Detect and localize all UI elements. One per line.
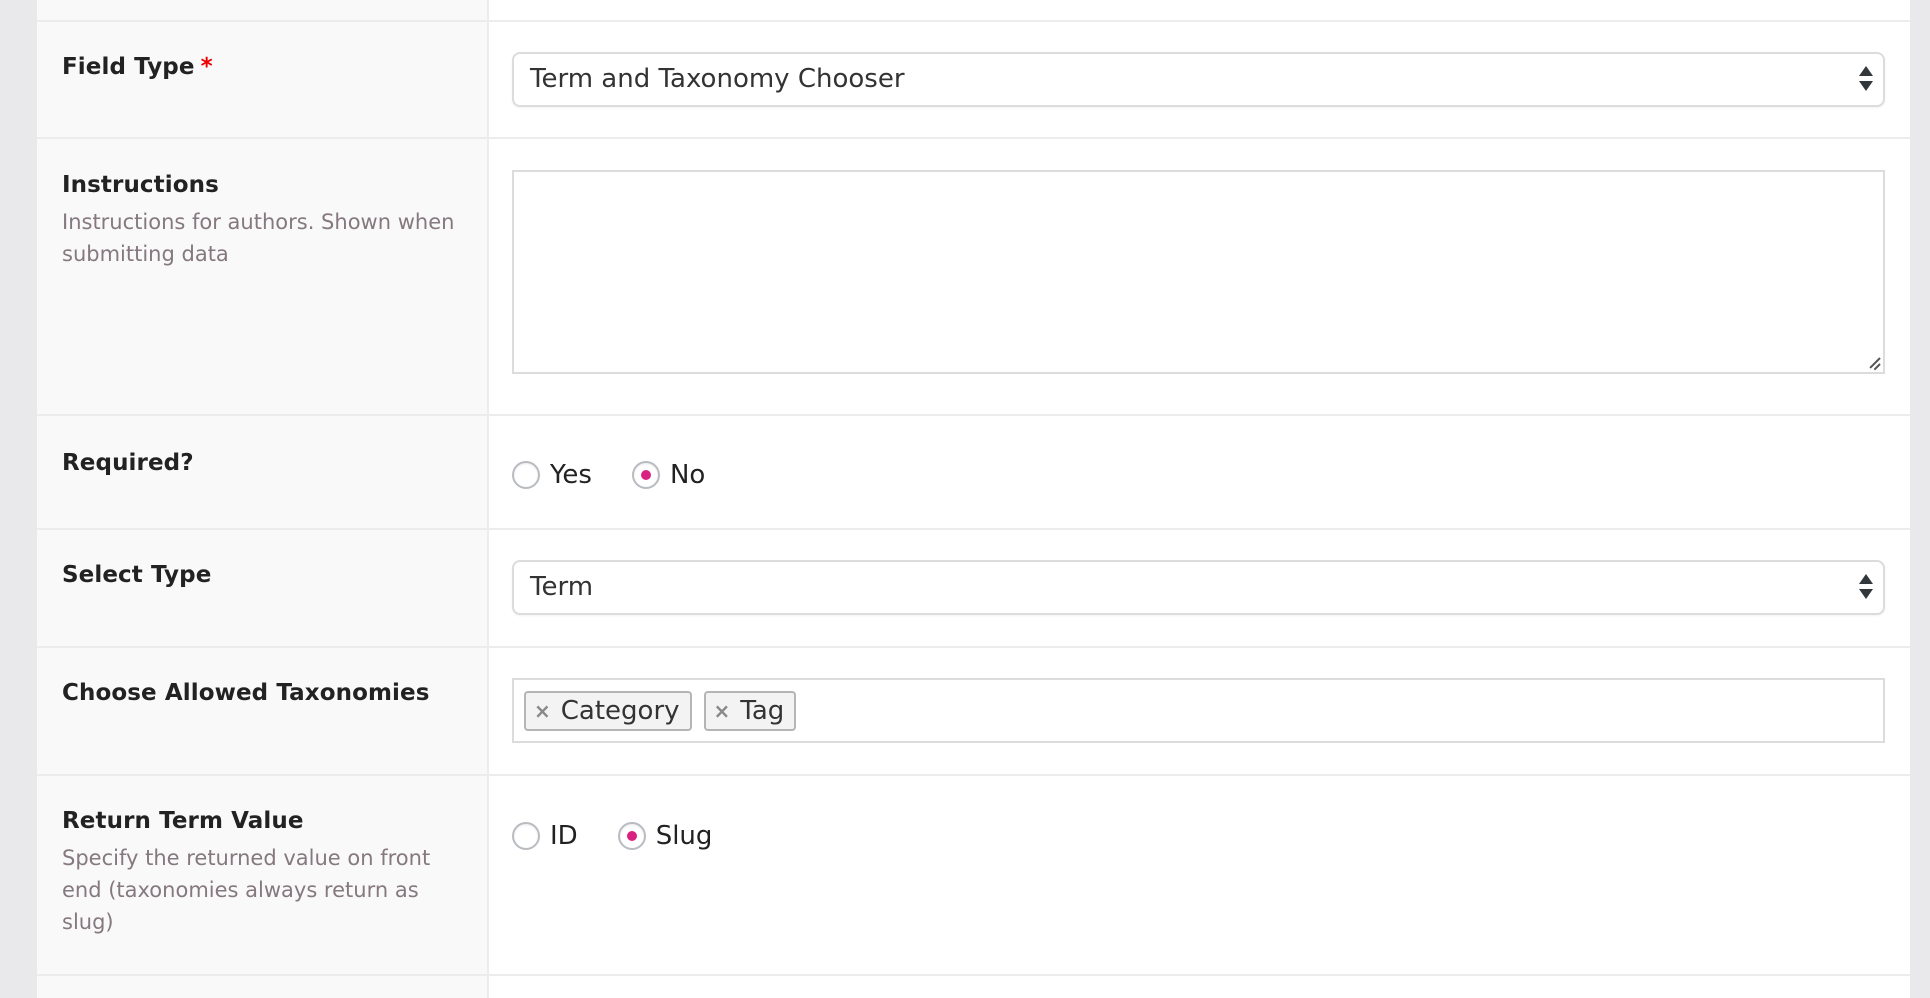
field-type-select[interactable]: Term and Taxonomy Chooser (512, 52, 1885, 107)
select-type-value: Term (530, 572, 594, 602)
remove-tag-icon[interactable]: × (714, 699, 731, 723)
required-yes-label: Yes (550, 460, 592, 490)
resize-handle-icon[interactable] (1866, 355, 1881, 371)
select-arrows-icon (1859, 574, 1873, 602)
return-value-row-label: Return Term Value Specify the returned v… (62, 808, 462, 938)
return-value-radio-group: ID Slug (512, 821, 1885, 851)
required-yes-radio[interactable]: Yes (512, 460, 592, 490)
radio-checked-icon[interactable] (631, 461, 660, 489)
required-no-radio[interactable]: No (631, 460, 706, 490)
field-type-field: Term and Taxonomy Chooser (512, 52, 1885, 107)
instructions-row-label: Instructions Instructions for authors. S… (62, 172, 462, 270)
select-type-field: Term (512, 560, 1885, 615)
taxonomies-field: × Category × Tag (512, 678, 1885, 743)
taxonomies-label: Choose Allowed Taxonomies (62, 680, 430, 706)
return-value-description: Specify the returned value on front end … (62, 846, 431, 934)
select-arrows-icon (1859, 66, 1873, 94)
tag-label: Tag (740, 695, 785, 726)
tag-chip-tag: × Tag (703, 690, 797, 731)
taxonomies-multiselect[interactable]: × Category × Tag (512, 678, 1885, 743)
required-asterisk: * (200, 54, 213, 80)
row-divider (37, 646, 1910, 648)
required-label: Required? (62, 450, 194, 476)
required-row-label: Required? (62, 450, 462, 476)
row-divider (37, 774, 1910, 776)
tag-label: Category (560, 695, 680, 726)
row-divider (37, 974, 1910, 976)
row-divider (37, 137, 1910, 139)
instructions-field (512, 170, 1885, 374)
return-value-label: Return Term Value (62, 808, 304, 834)
taxonomies-row-label: Choose Allowed Taxonomies (62, 680, 462, 706)
radio-unchecked-icon[interactable] (512, 822, 540, 850)
required-radio-group: Yes No (512, 460, 1885, 490)
instructions-textarea[interactable] (512, 170, 1885, 374)
return-id-radio[interactable]: ID (512, 821, 578, 851)
field-type-select-value: Term and Taxonomy Chooser (530, 64, 905, 94)
remove-tag-icon[interactable]: × (534, 699, 551, 723)
return-id-label: ID (550, 821, 578, 851)
return-slug-label: Slug (655, 821, 713, 851)
field-settings-panel: Field Type * Term and Taxonomy Chooser In… (37, 0, 1910, 998)
select-type-row-label: Select Type (62, 562, 462, 588)
return-slug-radio[interactable]: Slug (617, 821, 713, 851)
required-no-label: No (669, 460, 706, 490)
row-divider (37, 414, 1910, 416)
radio-checked-icon[interactable] (617, 822, 646, 850)
tag-chip-category: × Category (524, 690, 692, 731)
row-divider (37, 20, 1910, 22)
select-type-select[interactable]: Term (512, 560, 1885, 615)
field-type-row-label: Field Type * (62, 54, 462, 80)
row-divider (37, 528, 1910, 530)
instructions-label: Instructions (62, 172, 219, 198)
field-type-label: Field Type (62, 54, 195, 80)
instructions-description: Instructions for authors. Shown when sub… (62, 210, 455, 266)
radio-unchecked-icon[interactable] (512, 461, 540, 489)
select-type-label: Select Type (62, 562, 212, 588)
